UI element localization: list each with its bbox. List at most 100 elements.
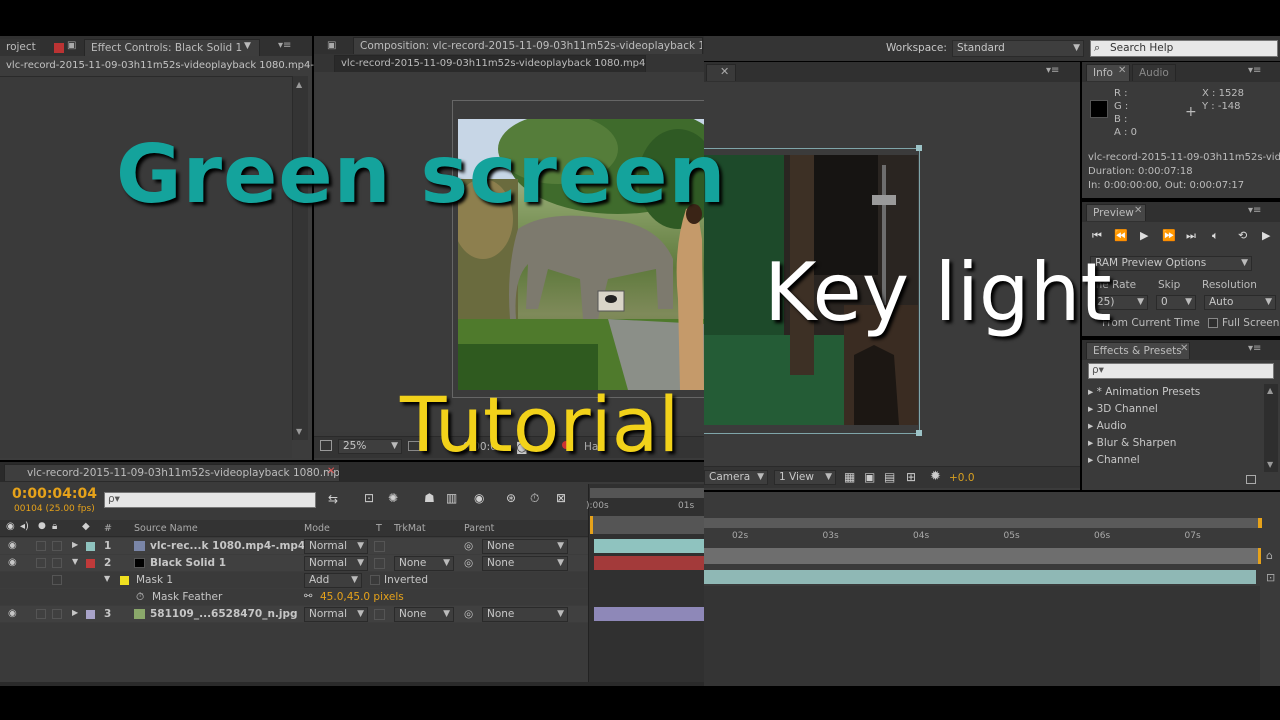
camera-dropdown[interactable]: Camera ▼	[704, 470, 768, 485]
effects-search-input[interactable]	[1088, 363, 1274, 379]
timeline-timecode[interactable]: 0:00:04:04	[12, 486, 97, 502]
prev-frame-icon[interactable]: ⏪	[1114, 229, 1128, 242]
graph-editor-icon[interactable]: ⊠	[556, 491, 566, 505]
tab-audio[interactable]: Audio	[1132, 64, 1176, 81]
mode-dropdown[interactable]: Normal ▼	[304, 556, 368, 571]
layer-bar-2[interactable]	[594, 556, 704, 570]
ram-preview-options-dropdown[interactable]: RAM Preview Options ▼	[1090, 256, 1252, 271]
lock-checkbox[interactable]	[52, 575, 62, 585]
tab-effect-controls[interactable]: Effect Controls: Black Solid 1	[84, 39, 260, 56]
table-row[interactable]: ◉ ▼ 2 Black Solid 1 Normal ▼ None ▼ ◎ None…	[0, 555, 588, 572]
time-navigator-end[interactable]	[1258, 548, 1261, 564]
preserve-transparency-checkbox[interactable]	[374, 609, 385, 620]
scroll-up-icon[interactable]: ▲	[296, 80, 302, 89]
panel-menu-icon[interactable]: ▾≡	[1046, 65, 1059, 76]
time-navigator-right[interactable]	[704, 548, 1260, 564]
close-icon[interactable]: ✕	[327, 466, 335, 477]
time-navigator-left[interactable]	[590, 516, 704, 534]
preserve-transparency-checkbox[interactable]	[374, 541, 385, 552]
layer-end-icon[interactable]: ⊡	[1266, 571, 1275, 584]
close-icon[interactable]: ✕	[720, 65, 729, 78]
toggle-grid-icon[interactable]: ▦	[844, 470, 855, 484]
effects-item-blur-sharpen[interactable]: ▸ Blur & Sharpen	[1088, 437, 1176, 449]
from-current-time-label[interactable]: From Current Time	[1102, 317, 1200, 329]
parent-dropdown[interactable]: None ▼	[482, 607, 568, 622]
close-icon[interactable]: ✕	[1180, 343, 1188, 354]
next-frame-icon[interactable]: ⏩	[1162, 229, 1176, 242]
ram-preview-icon[interactable]: ▶	[1262, 229, 1270, 242]
layer-name[interactable]: 581109_...6528470_n.jpg	[150, 608, 298, 620]
exposure-icon[interactable]: ✹	[930, 469, 941, 484]
trkmat-dropdown[interactable]: None ▼	[394, 556, 454, 571]
collapse-triangle-icon[interactable]: ▼	[72, 557, 78, 566]
effects-item-animation-presets[interactable]: ▸ * Animation Presets	[1088, 386, 1200, 398]
skip-dropdown[interactable]: 0 ▼	[1156, 295, 1196, 310]
close-icon[interactable]: ✕	[1134, 205, 1142, 216]
comp-button-icon[interactable]: ⌂	[1266, 549, 1273, 562]
close-icon[interactable]: ▣	[67, 40, 76, 51]
collapse-triangle-icon[interactable]: ▼	[104, 574, 110, 583]
mode-dropdown[interactable]: Normal ▼	[304, 539, 368, 554]
brainstorm-icon[interactable]: ⊛	[506, 491, 516, 505]
pickwhip-icon[interactable]: ◎	[464, 540, 473, 552]
layer-bar-1-right[interactable]	[704, 570, 1256, 584]
effects-scroll-up-icon[interactable]: ▲	[1267, 386, 1273, 395]
constrain-link-icon[interactable]: ⚯	[304, 591, 312, 602]
preserve-transparency-checkbox[interactable]	[374, 558, 385, 569]
lock-checkbox[interactable]	[52, 609, 62, 619]
view-layout-dropdown[interactable]: 1 View ▼	[774, 470, 836, 485]
solo-checkbox[interactable]	[36, 541, 46, 551]
new-folder-icon[interactable]	[1246, 475, 1256, 484]
work-area-end-marker[interactable]	[1258, 518, 1262, 528]
draft-3d-icon[interactable]: ✺	[388, 491, 398, 505]
layer-name[interactable]: Black Solid 1	[150, 557, 226, 569]
mode-dropdown[interactable]: Normal ▼	[304, 607, 368, 622]
current-time-indicator[interactable]	[590, 516, 593, 534]
lock-icon[interactable]	[54, 43, 64, 53]
solo-checkbox[interactable]	[36, 558, 46, 568]
mask-feather-value[interactable]: 45.0,45.0 pixels	[320, 591, 404, 603]
motion-blur-icon[interactable]: ◉	[474, 491, 484, 505]
eye-icon[interactable]: ◉	[8, 540, 17, 551]
play-icon[interactable]: ▶	[1140, 229, 1148, 242]
region-of-interest-icon[interactable]: ▣	[864, 470, 875, 484]
layer-name[interactable]: vlc-rec...k 1080.mp4-.mp4	[150, 540, 305, 552]
resolution-preview-dropdown[interactable]: Auto ▼	[1204, 295, 1276, 310]
eye-icon[interactable]: ◉	[8, 557, 17, 568]
effects-scroll-down-icon[interactable]: ▼	[1267, 460, 1273, 469]
trkmat-dropdown[interactable]: None ▼	[394, 607, 454, 622]
loop-icon[interactable]: ⟲	[1238, 229, 1247, 242]
mask-color-swatch[interactable]	[120, 576, 129, 585]
pickwhip-icon[interactable]: ◎	[464, 557, 473, 569]
timeline-search-input[interactable]	[104, 492, 316, 508]
first-frame-icon[interactable]: ⏮	[1092, 229, 1102, 243]
lock-checkbox[interactable]	[52, 558, 62, 568]
eye-icon[interactable]: ◉	[8, 608, 17, 619]
panel-menu-icon[interactable]: ▾≡	[1248, 205, 1261, 216]
composition-subtab[interactable]: vlc-record-2015-11-09-03h11m52s-videopla…	[334, 55, 646, 72]
workspace-dropdown[interactable]: Standard ▼	[952, 40, 1084, 57]
tab-effects-presets[interactable]: Effects & Presets	[1086, 342, 1190, 359]
lock-icon[interactable]: ▣	[327, 40, 336, 51]
frame-blending-icon[interactable]: ▥	[446, 491, 457, 505]
full-screen-checkbox[interactable]	[1208, 318, 1218, 328]
layer-bar-3[interactable]	[594, 607, 704, 621]
panel-menu-icon[interactable]: ▾≡	[1248, 343, 1261, 354]
auto-keyframe-icon[interactable]: ⏱	[530, 491, 539, 506]
solo-checkbox[interactable]	[36, 609, 46, 619]
parent-dropdown[interactable]: None ▼	[482, 539, 568, 554]
expand-triangle-icon[interactable]: ▶	[72, 540, 78, 549]
stopwatch-icon[interactable]: ⏱	[136, 591, 144, 604]
last-frame-icon[interactable]: ⏭	[1186, 229, 1196, 243]
audio-icon[interactable]: 🔈︎	[1212, 229, 1219, 243]
layer-color-swatch[interactable]	[86, 610, 95, 619]
mask-feather-row[interactable]: ⏱ Mask Feather ⚯ 45.0,45.0 pixels	[0, 589, 588, 606]
transparency-grid-icon[interactable]: ▤	[884, 470, 895, 484]
table-row[interactable]: ◉ ▶ 3 581109_...6528470_n.jpg Normal ▼ No…	[0, 606, 588, 623]
panel-menu-icon[interactable]: ▾≡	[1248, 65, 1261, 76]
close-icon[interactable]: ✕	[1118, 65, 1126, 76]
effects-item-3d-channel[interactable]: ▸ 3D Channel	[1088, 403, 1158, 415]
layer-bar-1[interactable]	[594, 539, 704, 553]
effects-item-channel[interactable]: ▸ Channel	[1088, 454, 1140, 466]
chevron-down-icon[interactable]: ▼	[244, 41, 251, 51]
